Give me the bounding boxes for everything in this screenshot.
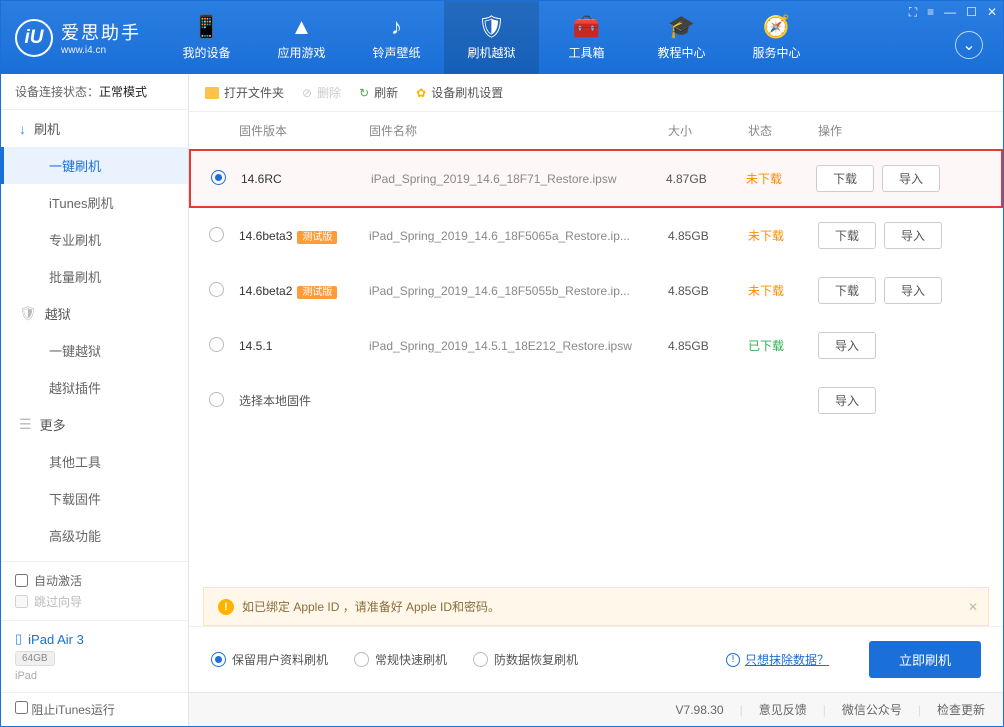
sidebar: 设备连接状态：正常模式 ↓刷机一键刷机iTunes刷机专业刷机批量刷机🛡越狱一键…	[1, 74, 189, 726]
side-group-0[interactable]: ↓刷机	[1, 110, 188, 147]
delete-icon: ⊘	[302, 86, 312, 100]
win-close-icon[interactable]: ✕	[987, 5, 997, 20]
download-button[interactable]: 下载	[818, 222, 876, 249]
gear-icon: ✿	[416, 86, 426, 100]
win-max-icon[interactable]: ☐	[966, 5, 977, 20]
choose-local-row[interactable]: 选择本地固件导入	[189, 373, 1003, 428]
win-menu-icon[interactable]: ≡	[927, 5, 934, 20]
open-folder-button[interactable]: 打开文件夹	[205, 84, 284, 101]
device-status: 设备连接状态：正常模式	[1, 74, 188, 110]
group-icon: ☰	[19, 416, 32, 433]
block-itunes-checkbox[interactable]: 阻止iTunes运行	[15, 701, 115, 718]
notice-banner: ! 如已绑定 Apple ID ，请准备好 Apple ID和密码。 ✕	[203, 587, 989, 626]
side-sub-1-0[interactable]: 一键越狱	[1, 332, 188, 369]
side-group-2[interactable]: ☰更多	[1, 406, 188, 443]
option-normal[interactable]: 常规快速刷机	[354, 651, 447, 668]
logo-icon: iU	[15, 19, 53, 57]
app-url: www.i4.cn	[61, 45, 141, 56]
nav-item-6[interactable]: 🧭服务中心	[729, 1, 824, 74]
import-button[interactable]: 导入	[818, 332, 876, 359]
side-group-1[interactable]: 🛡越狱	[1, 295, 188, 332]
header-dropdown-icon[interactable]: ⌄	[955, 31, 983, 59]
version-label: V7.98.30	[676, 703, 724, 717]
erase-only-link[interactable]: !只想抹除数据？	[726, 651, 829, 668]
nav-icon: 📱	[193, 14, 220, 40]
side-sub-0-1[interactable]: iTunes刷机	[1, 184, 188, 221]
nav-icon: 🧭	[763, 14, 790, 40]
import-button[interactable]: 导入	[818, 387, 876, 414]
row-radio[interactable]	[209, 227, 224, 242]
nav-icon: 🛡	[478, 14, 506, 40]
status-bar: V7.98.30| 意见反馈| 微信公众号| 检查更新	[189, 692, 1003, 726]
download-button[interactable]: 下载	[818, 277, 876, 304]
side-sub-1-1[interactable]: 越狱插件	[1, 369, 188, 406]
group-icon: ↓	[19, 121, 26, 137]
toolbar: 打开文件夹 ⊘删除 ↻刷新 ✿设备刷机设置	[189, 74, 1003, 112]
group-icon: 🛡	[19, 305, 37, 322]
nav-item-1[interactable]: ▲应用游戏	[254, 1, 349, 74]
import-button[interactable]: 导入	[882, 165, 940, 192]
firmware-row[interactable]: 14.6beta2测试版iPad_Spring_2019_14.6_18F505…	[189, 263, 1003, 318]
side-sub-0-0[interactable]: 一键刷机	[1, 147, 188, 184]
wechat-link[interactable]: 微信公众号	[842, 701, 902, 718]
flash-now-button[interactable]: 立即刷机	[869, 641, 981, 678]
row-radio[interactable]	[209, 392, 224, 407]
nav-item-4[interactable]: 🧰工具箱	[539, 1, 634, 74]
nav-icon: 🎓	[668, 14, 695, 40]
device-info[interactable]: ▯iPad Air 3 64GB iPad	[1, 620, 188, 692]
win-min-icon[interactable]: —	[944, 5, 956, 20]
import-button[interactable]: 导入	[884, 277, 942, 304]
nav-icon: ▲	[291, 14, 313, 40]
auto-activate-checkbox[interactable]: 自动激活	[15, 572, 174, 589]
import-button[interactable]: 导入	[884, 222, 942, 249]
nav-item-2[interactable]: ♪铃声壁纸	[349, 1, 444, 74]
firmware-row[interactable]: 14.6RCiPad_Spring_2019_14.6_18F71_Restor…	[189, 149, 1003, 208]
logo: iU 爱思助手 www.i4.cn	[1, 19, 159, 57]
nav-item-3[interactable]: 🛡刷机越狱	[444, 1, 539, 74]
check-update-link[interactable]: 检查更新	[937, 701, 985, 718]
win-lock-icon[interactable]: ⛶	[909, 5, 917, 20]
table-header: 固件版本 固件名称 大小 状态 操作	[189, 112, 1003, 149]
refresh-button[interactable]: ↻刷新	[359, 84, 398, 101]
side-sub-2-1[interactable]: 下载固件	[1, 480, 188, 517]
option-anti-recovery[interactable]: 防数据恢复刷机	[473, 651, 578, 668]
settings-button[interactable]: ✿设备刷机设置	[416, 84, 503, 101]
device-icon: ▯	[15, 631, 22, 647]
row-radio[interactable]	[209, 282, 224, 297]
option-keep-data[interactable]: 保留用户资料刷机	[211, 651, 328, 668]
firmware-row[interactable]: 14.5.1iPad_Spring_2019_14.5.1_18E212_Res…	[189, 318, 1003, 373]
refresh-icon: ↻	[359, 86, 369, 100]
warning-icon: !	[218, 599, 234, 615]
nav-item-5[interactable]: 🎓教程中心	[634, 1, 729, 74]
nav-item-0[interactable]: 📱我的设备	[159, 1, 254, 74]
folder-icon	[205, 87, 219, 99]
flash-options: 保留用户资料刷机 常规快速刷机 防数据恢复刷机 !只想抹除数据？ 立即刷机	[189, 626, 1003, 692]
nav-icon: 🧰	[573, 14, 600, 40]
app-title: 爱思助手	[61, 19, 141, 45]
beta-badge: 测试版	[297, 286, 337, 299]
row-radio[interactable]	[211, 170, 226, 185]
side-sub-0-2[interactable]: 专业刷机	[1, 221, 188, 258]
side-sub-2-2[interactable]: 高级功能	[1, 517, 188, 554]
side-sub-2-0[interactable]: 其他工具	[1, 443, 188, 480]
app-header: iU 爱思助手 www.i4.cn 📱我的设备▲应用游戏♪铃声壁纸🛡刷机越狱🧰工…	[1, 1, 1003, 74]
window-controls: ⛶ ≡ — ☐ ✕	[909, 5, 997, 20]
close-icon[interactable]: ✕	[968, 600, 978, 614]
side-sub-0-3[interactable]: 批量刷机	[1, 258, 188, 295]
download-button[interactable]: 下载	[816, 165, 874, 192]
row-radio[interactable]	[209, 337, 224, 352]
skip-guide-checkbox[interactable]: 跳过向导	[15, 593, 174, 610]
info-icon: !	[726, 653, 740, 667]
nav-icon: ♪	[391, 14, 402, 40]
firmware-row[interactable]: 14.6beta3测试版iPad_Spring_2019_14.6_18F506…	[189, 208, 1003, 263]
delete-button[interactable]: ⊘删除	[302, 84, 341, 101]
feedback-link[interactable]: 意见反馈	[759, 701, 807, 718]
beta-badge: 测试版	[297, 231, 337, 244]
